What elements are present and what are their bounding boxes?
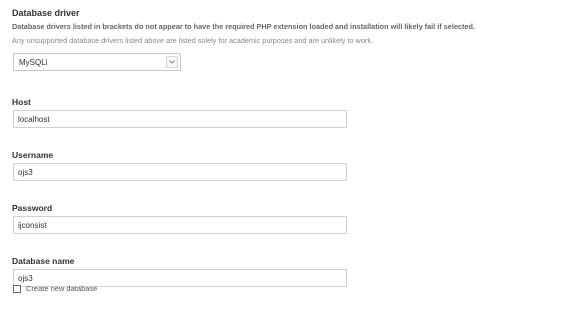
section-title: Database driver <box>12 8 80 18</box>
password-input[interactable] <box>13 216 347 234</box>
host-label: Host <box>12 97 31 107</box>
username-label: Username <box>12 150 54 160</box>
username-input[interactable] <box>13 163 347 181</box>
database-driver-select[interactable]: MySQLi <box>13 53 181 71</box>
chevron-down-icon[interactable] <box>166 56 178 68</box>
driver-help-text: Database drivers listed in brackets do n… <box>12 22 475 31</box>
database-driver-value: MySQLi <box>19 58 48 67</box>
driver-unsupported-note: Any unsupported database drivers listed … <box>12 36 373 45</box>
create-database-label[interactable]: Create new database <box>26 284 97 293</box>
password-label: Password <box>12 203 53 213</box>
create-database-checkbox[interactable] <box>13 285 21 293</box>
database-name-label: Database name <box>12 256 75 266</box>
host-input[interactable] <box>13 110 347 128</box>
